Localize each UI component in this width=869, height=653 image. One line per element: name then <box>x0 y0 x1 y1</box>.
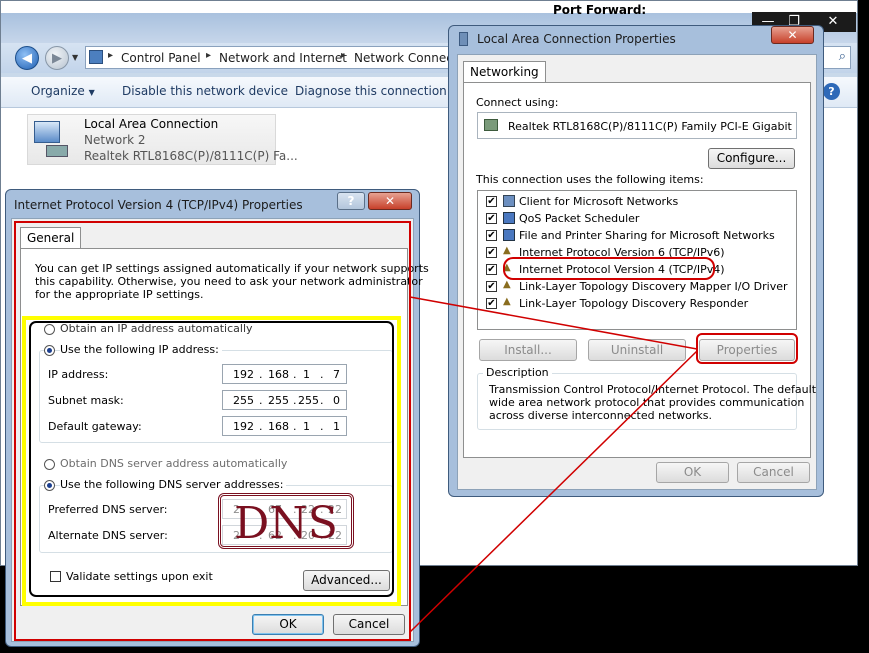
connector-line <box>409 296 698 350</box>
annotation-lines <box>14 221 798 641</box>
black-highlight-frame <box>29 321 394 597</box>
red-highlight-frame <box>14 221 411 641</box>
connector-line <box>409 350 698 633</box>
properties-highlight <box>696 333 798 364</box>
dns-stamp: DNS <box>218 493 354 549</box>
yellow-highlight-frame <box>22 316 401 606</box>
dns-stamp-text: DNS <box>234 498 338 549</box>
ipv4-item-highlight <box>503 257 715 280</box>
